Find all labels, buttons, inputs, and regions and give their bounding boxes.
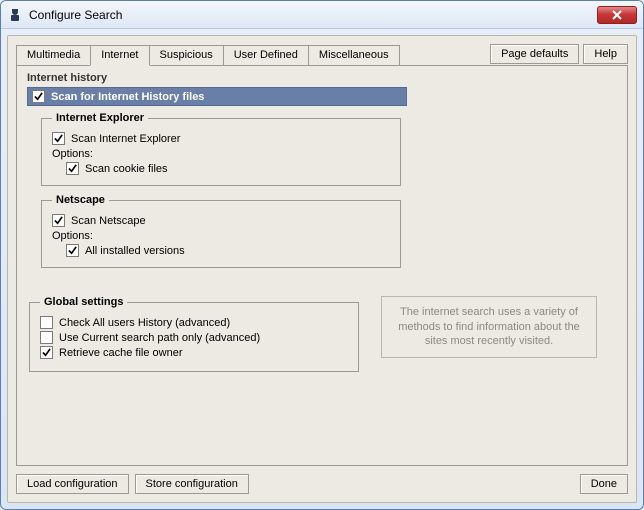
titlebar: Configure Search [1, 1, 643, 29]
netscape-all-row[interactable]: All installed versions [66, 244, 390, 257]
ie-legend: Internet Explorer [52, 112, 148, 124]
netscape-scan-checkbox[interactable] [52, 214, 65, 227]
ie-scan-row[interactable]: Scan Internet Explorer [52, 132, 390, 145]
global-retrieve-checkbox[interactable] [40, 346, 53, 359]
global-retrieve-label: Retrieve cache file owner [59, 347, 183, 359]
info-text: The internet search uses a variety of me… [390, 305, 588, 350]
tab-panel: Internet history Scan for Internet Histo… [16, 65, 628, 466]
client-area: MultimediaInternetSuspiciousUser Defined… [7, 35, 637, 503]
netscape-all-checkbox[interactable] [66, 244, 79, 257]
done-button[interactable]: Done [580, 474, 628, 494]
help-button[interactable]: Help [583, 44, 628, 64]
tab-multimedia[interactable]: Multimedia [16, 45, 91, 66]
scan-history-checkbox[interactable] [32, 90, 45, 103]
tab-miscellaneous[interactable]: Miscellaneous [308, 45, 400, 66]
top-row: MultimediaInternetSuspiciousUser Defined… [16, 44, 628, 65]
global-checkall-checkbox[interactable] [40, 316, 53, 329]
ie-options-label: Options: [52, 148, 390, 160]
tab-internet[interactable]: Internet [90, 45, 149, 66]
scan-history-label: Scan for Internet History files [51, 91, 204, 103]
ie-group: Internet Explorer Scan Internet Explorer… [41, 112, 401, 186]
close-icon [612, 10, 622, 20]
netscape-all-label: All installed versions [85, 245, 185, 257]
global-usecurrent-row[interactable]: Use Current search path only (advanced) [40, 331, 348, 344]
global-legend: Global settings [40, 296, 127, 308]
tab-user-defined[interactable]: User Defined [223, 45, 309, 66]
global-usecurrent-label: Use Current search path only (advanced) [59, 332, 260, 344]
window-title: Configure Search [29, 8, 597, 22]
ie-cookie-row[interactable]: Scan cookie files [66, 162, 390, 175]
store-config-button[interactable]: Store configuration [135, 474, 249, 494]
close-button[interactable] [597, 6, 637, 24]
global-usecurrent-checkbox[interactable] [40, 331, 53, 344]
scan-history-row[interactable]: Scan for Internet History files [27, 87, 407, 106]
app-icon [7, 7, 23, 23]
netscape-legend: Netscape [52, 194, 109, 206]
page-defaults-button[interactable]: Page defaults [490, 44, 579, 64]
netscape-options-label: Options: [52, 230, 390, 242]
global-retrieve-row[interactable]: Retrieve cache file owner [40, 346, 348, 359]
ie-cookie-checkbox[interactable] [66, 162, 79, 175]
ie-cookie-label: Scan cookie files [85, 163, 168, 175]
dialog-window: Configure Search MultimediaInternetSuspi… [0, 0, 644, 510]
top-buttons: Page defaults Help [490, 44, 628, 64]
info-box: The internet search uses a variety of me… [381, 296, 597, 358]
global-group: Global settings Check All users History … [29, 296, 359, 372]
ie-scan-label: Scan Internet Explorer [71, 133, 180, 145]
netscape-scan-row[interactable]: Scan Netscape [52, 214, 390, 227]
tab-suspicious[interactable]: Suspicious [149, 45, 224, 66]
global-checkall-row[interactable]: Check All users History (advanced) [40, 316, 348, 329]
tab-strip: MultimediaInternetSuspiciousUser Defined… [16, 44, 399, 65]
global-checkall-label: Check All users History (advanced) [59, 317, 230, 329]
load-config-button[interactable]: Load configuration [16, 474, 129, 494]
section-title: Internet history [27, 72, 617, 84]
global-wrap: Global settings Check All users History … [27, 296, 617, 372]
netscape-scan-label: Scan Netscape [71, 215, 146, 227]
ie-scan-checkbox[interactable] [52, 132, 65, 145]
netscape-group: Netscape Scan Netscape Options: All inst… [41, 194, 401, 268]
bottom-bar: Load configuration Store configuration D… [16, 474, 628, 494]
